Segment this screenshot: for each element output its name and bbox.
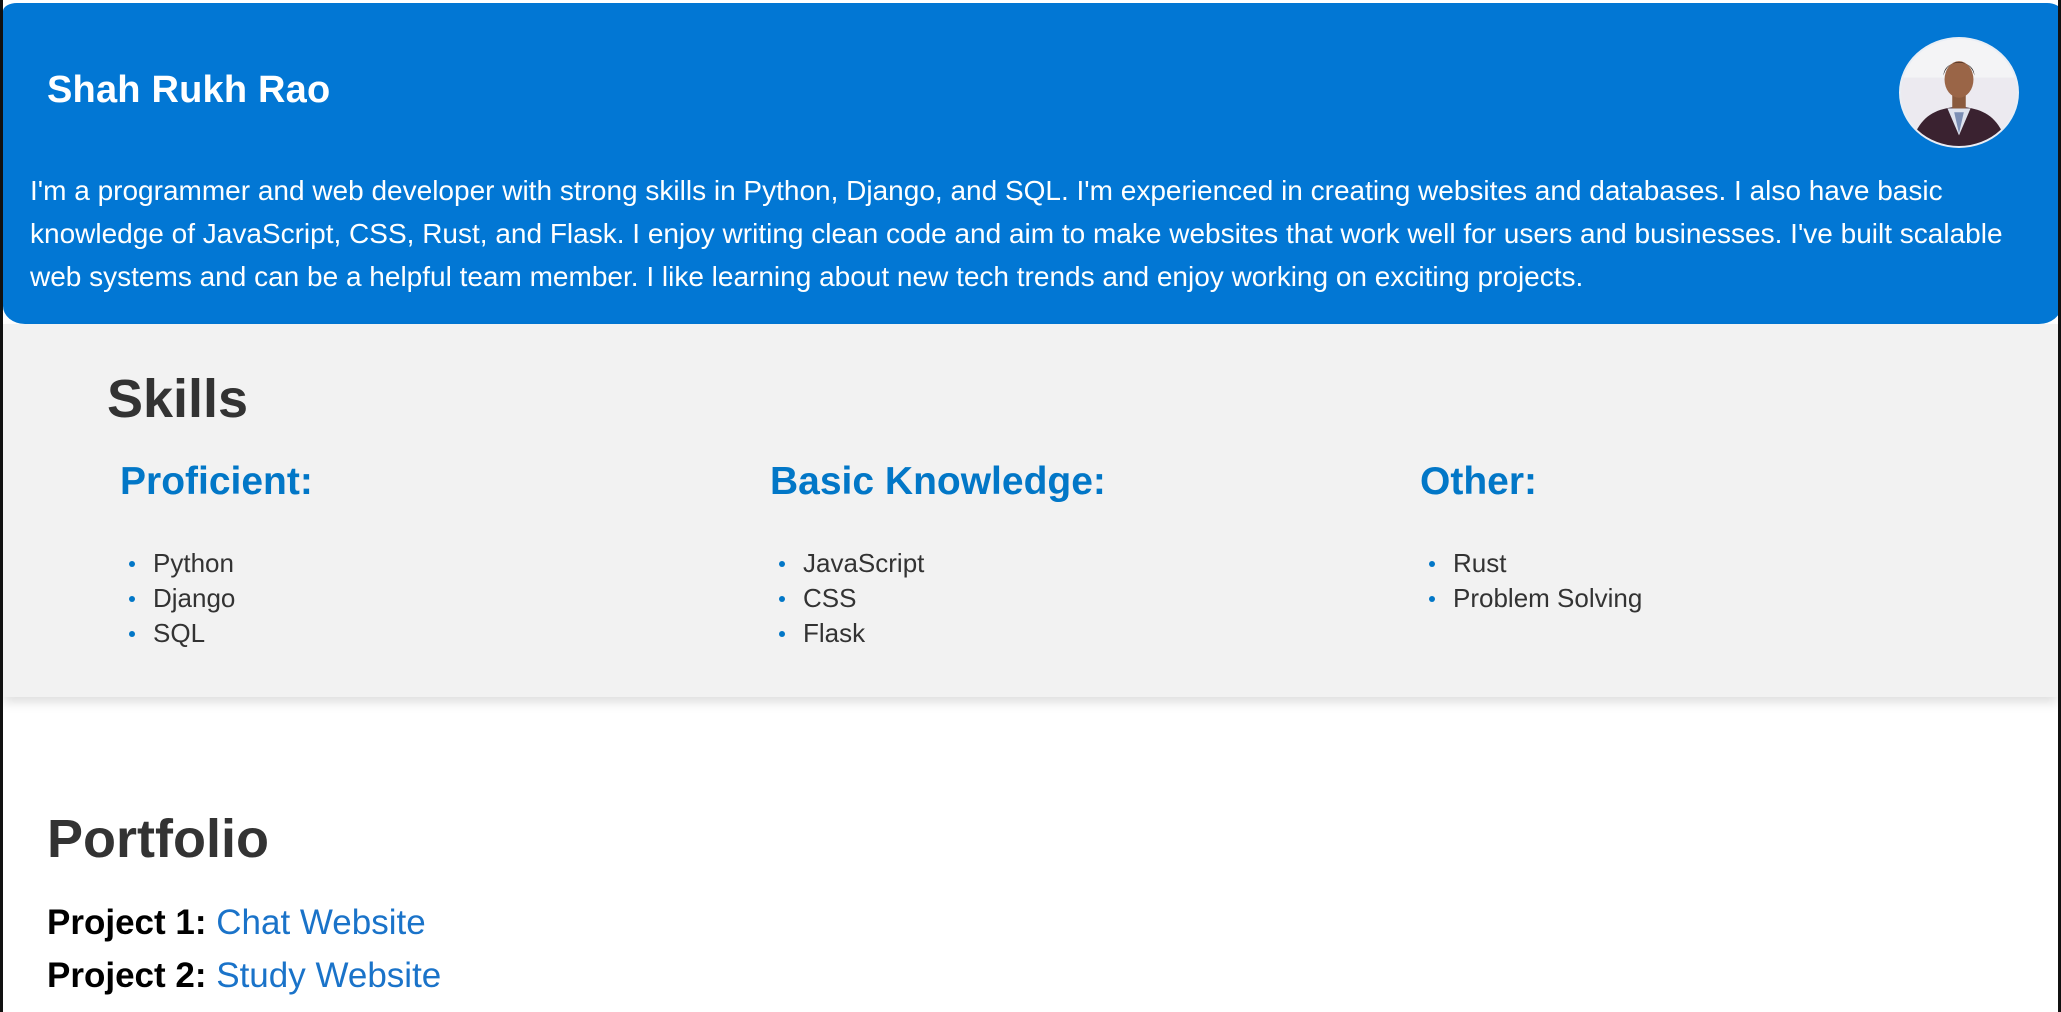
skill-list: Rust Problem Solving [1410,546,2010,616]
project-link-study-website[interactable]: Study Website [216,956,441,995]
profile-bio: I'm a programmer and web developer with … [30,175,2003,292]
skill-item: Python [110,546,710,581]
skill-item: Problem Solving [1410,581,2010,616]
skills-section: Skills Proficient: Python Django SQL Bas… [3,324,2058,697]
skill-item: JavaScript [760,546,1360,581]
skills-title: Skills [107,369,249,429]
skill-column-proficient: Proficient: Python Django SQL [110,460,710,651]
avatar [1899,37,2019,148]
portfolio-title: Portfolio [47,809,269,869]
skill-item: SQL [110,616,710,651]
skill-heading: Other: [1420,460,1537,503]
skill-column-basic: Basic Knowledge: JavaScript CSS Flask [760,460,1360,651]
skill-item: Flask [760,616,1360,651]
skill-list: JavaScript CSS Flask [760,546,1360,651]
profile-header: Shah Rukh Rao I'm a programmer and web d… [3,3,2058,324]
profile-photo-icon [1901,39,2017,146]
project-label: Project 2: [47,956,207,995]
project-link-chat-website[interactable]: Chat Website [216,903,425,942]
skill-heading: Basic Knowledge: [770,460,1106,503]
skill-item: CSS [760,581,1360,616]
skill-item: Django [110,581,710,616]
skill-column-other: Other: Rust Problem Solving [1410,460,2010,616]
project-row: Project 2: Study Website [47,956,441,996]
profile-name: Shah Rukh Rao [47,69,331,111]
project-row: Project 1: Chat Website [47,903,426,943]
page: Shah Rukh Rao I'm a programmer and web d… [0,0,2061,1012]
skill-list: Python Django SQL [110,546,710,651]
skill-item: Rust [1410,546,2010,581]
skill-heading: Proficient: [120,460,313,503]
project-label: Project 1: [47,903,207,942]
